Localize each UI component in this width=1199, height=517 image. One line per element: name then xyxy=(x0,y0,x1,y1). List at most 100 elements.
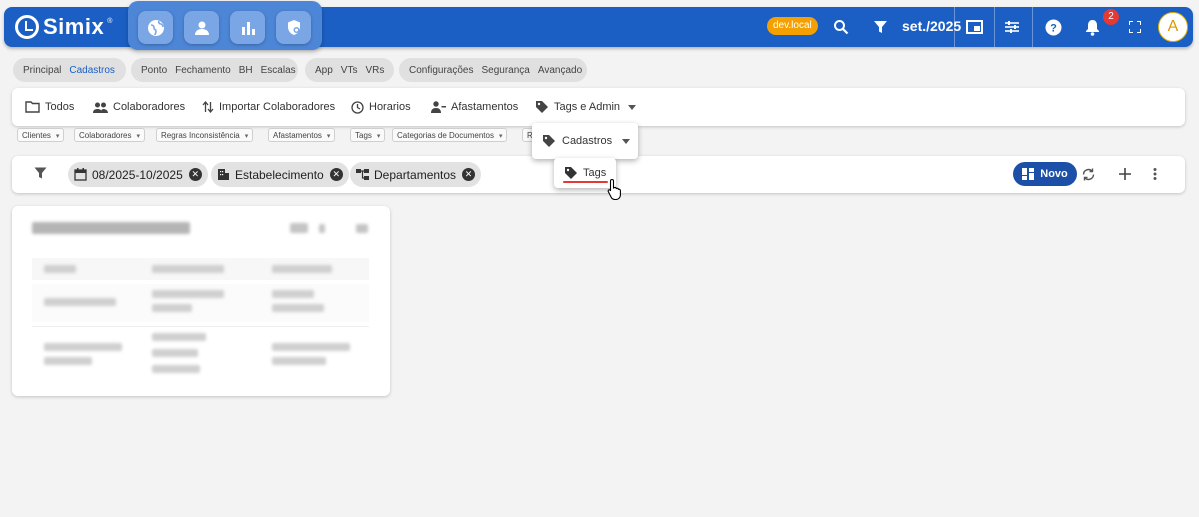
redacted-cell xyxy=(272,343,350,351)
select-categorias-documentos[interactable]: Categorias de Documentos xyxy=(392,128,508,142)
redacted-icon xyxy=(319,224,325,233)
select-afastamentos[interactable]: Afastamentos xyxy=(268,128,336,142)
nav-item-vrs[interactable]: VRs xyxy=(365,65,384,76)
redacted-icon xyxy=(290,223,308,233)
table-row xyxy=(32,284,369,322)
tab-colaboradores[interactable]: Colaboradores xyxy=(93,88,185,126)
folder-icon xyxy=(25,101,40,113)
redacted-cell xyxy=(152,365,200,373)
nav-item-fechamento[interactable]: Fechamento xyxy=(175,65,231,76)
brand-registered: ® xyxy=(107,17,113,25)
select-clientes[interactable]: Clientes xyxy=(17,128,65,142)
table-header xyxy=(32,258,369,280)
redacted-cell xyxy=(152,290,224,298)
svg-text:?: ? xyxy=(1050,22,1057,34)
table-row xyxy=(32,326,369,381)
chip-period[interactable]: 08/2025-10/2025 ✕ xyxy=(68,162,208,187)
notification-count: 2 xyxy=(1103,9,1119,25)
tab-label: Importar Colaboradores xyxy=(219,101,336,113)
simix-logo[interactable]: Simix ® xyxy=(15,13,112,41)
nav-item-escalas[interactable]: Escalas xyxy=(261,65,296,76)
bell-icon[interactable] xyxy=(1081,7,1103,47)
period-selector[interactable]: set./2025 xyxy=(902,18,961,34)
chip-estabelecimento[interactable]: Estabelecimento ✕ xyxy=(211,162,349,187)
add-icon[interactable] xyxy=(1118,167,1132,184)
nav-item-principal[interactable]: Principal xyxy=(23,65,61,76)
divider xyxy=(954,7,955,47)
report-card xyxy=(12,206,390,396)
hand-cursor-icon xyxy=(607,178,625,203)
nav-item-seguranca[interactable]: Segurança xyxy=(481,65,529,76)
select-tags[interactable]: Tags xyxy=(350,128,386,142)
tag-icon xyxy=(543,135,555,147)
divider xyxy=(1032,7,1033,47)
environment-badge: dev.local xyxy=(767,17,818,35)
redacted-cell xyxy=(152,333,206,341)
tab-horarios[interactable]: Horarios xyxy=(351,88,411,126)
nav-group-app: App VTs VRs xyxy=(305,58,394,82)
caret-down-icon xyxy=(622,138,631,144)
nav-item-avancado[interactable]: Avançado xyxy=(538,65,582,76)
tune-icon[interactable] xyxy=(1000,7,1024,47)
nav-group-ponto: Ponto Fechamento BH Escalas xyxy=(131,58,298,82)
swap-vertical-icon xyxy=(202,101,214,113)
nav-item-vts[interactable]: VTs xyxy=(341,65,358,76)
chip-label: Departamentos xyxy=(374,167,457,182)
tab-tags-e-admin[interactable]: Tags e Admin xyxy=(535,88,641,126)
picture-in-picture-icon[interactable] xyxy=(962,7,986,47)
fullscreen-icon[interactable] xyxy=(1125,7,1145,47)
clock-icon xyxy=(351,100,364,114)
nav-item-cadastros[interactable]: Cadastros xyxy=(69,65,115,76)
select-colaboradores[interactable]: Colaboradores xyxy=(74,128,145,142)
help-icon[interactable]: ? xyxy=(1042,7,1064,47)
globe-icon[interactable] xyxy=(138,11,173,44)
shield-icon[interactable] xyxy=(276,11,311,44)
close-icon[interactable]: ✕ xyxy=(188,168,202,181)
dropdown-label: Cadastros xyxy=(562,135,613,147)
divider xyxy=(994,7,995,47)
tag-icon xyxy=(565,167,577,179)
close-icon[interactable]: ✕ xyxy=(462,168,476,181)
caret-down-icon xyxy=(628,104,637,110)
redacted-cell xyxy=(152,265,224,273)
tab-label: Horarios xyxy=(369,101,411,113)
chip-label: 08/2025-10/2025 xyxy=(92,167,183,182)
redacted-icon xyxy=(356,224,368,233)
redacted-cell xyxy=(272,304,324,312)
tabs-card: Todos Colaboradores Importar Colaborador… xyxy=(12,88,1185,126)
people-icon xyxy=(93,102,108,113)
tab-todos[interactable]: Todos xyxy=(25,88,74,126)
tab-afastamentos[interactable]: Afastamentos xyxy=(431,88,518,126)
redacted-cell xyxy=(44,343,122,351)
nav-item-app[interactable]: App xyxy=(315,65,333,76)
nav-item-bh[interactable]: BH xyxy=(239,65,253,76)
chip-departamentos[interactable]: Departamentos ✕ xyxy=(350,162,482,187)
nav-item-configuracoes[interactable]: Configurações xyxy=(409,65,473,76)
person-remove-icon xyxy=(431,101,446,113)
new-button[interactable]: Novo xyxy=(1013,162,1077,186)
dropdown-cadastros[interactable]: Cadastros xyxy=(532,123,638,159)
redacted-cell xyxy=(44,298,116,306)
redacted-cell xyxy=(152,304,192,312)
new-button-label: Novo xyxy=(1040,168,1068,180)
refresh-icon[interactable] xyxy=(1081,167,1096,185)
tab-label: Todos xyxy=(45,101,75,113)
search-icon[interactable] xyxy=(830,7,852,47)
nav-item-ponto[interactable]: Ponto xyxy=(141,65,167,76)
user-avatar[interactable]: A xyxy=(1158,12,1188,42)
bar-chart-icon[interactable] xyxy=(230,11,265,44)
close-icon[interactable]: ✕ xyxy=(329,168,343,181)
tab-importar-colaboradores[interactable]: Importar Colaboradores xyxy=(202,88,335,126)
redacted-cell xyxy=(272,357,326,365)
tab-label: Tags e Admin xyxy=(554,101,621,113)
person-icon[interactable] xyxy=(184,11,219,44)
highlight-underline xyxy=(563,181,608,183)
redacted-cell xyxy=(152,349,198,357)
select-regras-inconsistencia[interactable]: Regras Inconsistência xyxy=(156,128,254,142)
tab-label: Colaboradores xyxy=(113,101,186,113)
card-title-redacted xyxy=(32,222,190,234)
chip-label: Estabelecimento xyxy=(235,167,324,182)
filter-icon[interactable] xyxy=(34,167,47,183)
more-vertical-icon[interactable] xyxy=(1152,167,1158,184)
filter-icon[interactable] xyxy=(870,7,890,47)
